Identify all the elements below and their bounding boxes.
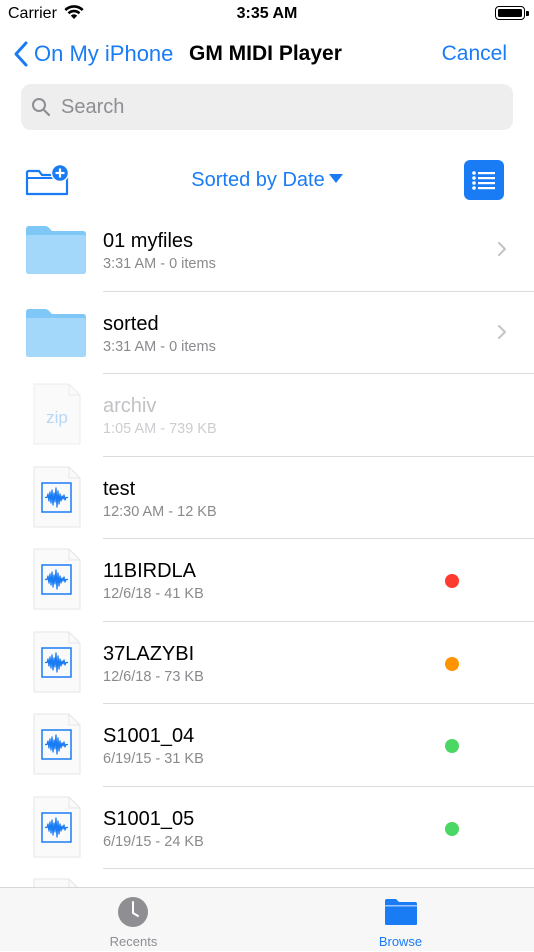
file-meta: 3:31 AM - 0 items — [103, 338, 216, 355]
list-item[interactable]: test 12:30 AM - 12 KB — [0, 457, 534, 539]
file-meta: 1:05 AM - 739 KB — [103, 421, 217, 437]
navigation-bar: On My iPhone GM MIDI Player Cancel — [0, 28, 534, 80]
list-item[interactable]: sorted 3:31 AM - 0 items — [0, 292, 534, 374]
tab-recents-label: Recents — [109, 934, 158, 949]
tag-red-dot — [445, 574, 459, 588]
clock-time: 3:35 AM — [236, 5, 298, 22]
search-icon — [32, 98, 51, 117]
audio-file-icon — [33, 466, 81, 533]
list-item[interactable]: S1001_05 6/19/15 - 24 KB — [0, 787, 534, 869]
tab-bar: Recents Browse — [0, 887, 534, 951]
clock-icon — [117, 896, 149, 933]
tag-green-dot — [445, 739, 459, 753]
audio-file-icon — [33, 796, 81, 863]
search-field[interactable] — [21, 84, 513, 130]
zip-file-icon: zip — [33, 383, 81, 450]
browser-toolbar: Sorted by Date — [0, 158, 534, 202]
cancel-button[interactable]: Cancel — [442, 42, 507, 66]
back-button-label: On My iPhone — [34, 41, 174, 66]
status-bar: Carrier 3:35 AM — [0, 0, 534, 28]
file-meta: 12:30 AM - 12 KB — [103, 503, 217, 520]
sort-button[interactable]: Sorted by Date — [191, 169, 324, 191]
chevron-right-icon — [497, 241, 507, 262]
sort-menu: Sorted by Date — [0, 169, 534, 192]
list-item[interactable]: 11BIRDLA 12/6/18 - 41 KB — [0, 539, 534, 622]
list-item[interactable]: zip archiv 1:05 AM - 739 KB — [0, 374, 534, 457]
audio-file-icon — [33, 631, 81, 698]
search-input[interactable] — [59, 94, 483, 120]
file-list: 01 myfiles 3:31 AM - 0 items sorted 3:31… — [0, 209, 534, 952]
tag-green-dot — [445, 821, 459, 836]
battery-icon — [495, 6, 529, 20]
file-name: 37LAZYBI — [103, 642, 195, 665]
tab-recents[interactable]: Recents — [0, 888, 267, 951]
folder-icon — [384, 898, 418, 931]
file-meta: 6/19/15 - 31 KB — [103, 751, 204, 767]
file-name: S1001_04 — [103, 725, 195, 747]
file-meta: 12/6/18 - 73 KB — [103, 668, 204, 685]
tag-orange-dot — [445, 656, 459, 671]
list-item[interactable]: 01 myfiles 3:31 AM - 0 items — [0, 209, 534, 292]
file-meta: 6/19/15 - 24 KB — [103, 833, 204, 850]
list-icon — [472, 171, 495, 190]
file-name: 11BIRDLA — [103, 560, 197, 582]
file-name: archiv — [103, 395, 157, 417]
audio-file-icon — [33, 713, 81, 780]
zip-label: zip — [46, 408, 68, 427]
file-name: S1001_05 — [103, 807, 195, 830]
audio-file-icon — [33, 548, 81, 615]
page-title: GM MIDI Player — [189, 42, 342, 65]
caret-down-icon — [328, 174, 343, 184]
file-name: test — [103, 477, 136, 500]
file-name: sorted — [103, 312, 159, 335]
list-item[interactable]: S1001_04 6/19/15 - 31 KB — [0, 704, 534, 787]
tab-browse[interactable]: Browse — [267, 888, 534, 951]
list-view-button[interactable] — [464, 160, 504, 200]
tab-browse-label: Browse — [378, 934, 423, 949]
chevron-left-icon — [14, 41, 28, 67]
file-name: 01 myfiles — [103, 230, 194, 252]
file-meta: 12/6/18 - 41 KB — [103, 586, 204, 602]
list-item[interactable]: 37LAZYBI 12/6/18 - 73 KB — [0, 622, 534, 704]
chevron-right-icon — [497, 324, 507, 345]
back-button[interactable]: On My iPhone — [14, 38, 173, 70]
folder-icon — [25, 308, 87, 363]
file-meta: 3:31 AM - 0 items — [103, 256, 216, 272]
folder-icon — [25, 225, 87, 280]
